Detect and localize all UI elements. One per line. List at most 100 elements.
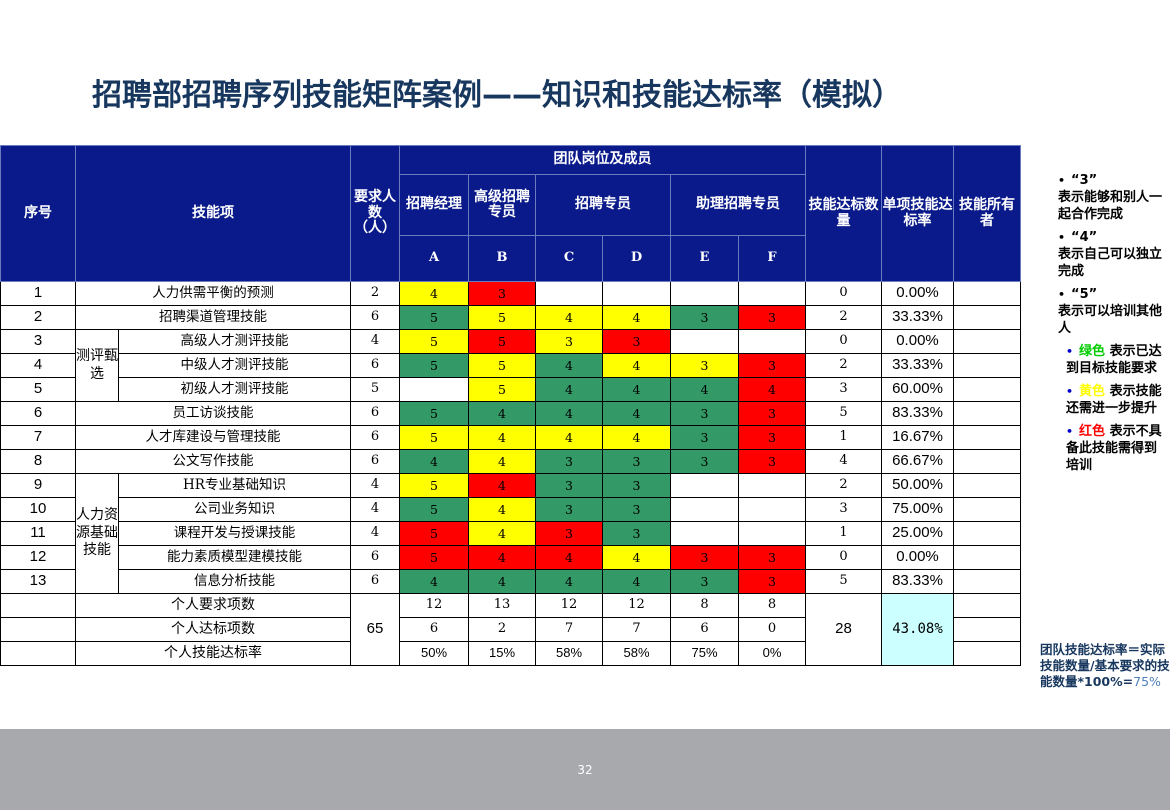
- skill-level-cell: 5: [399, 497, 469, 522]
- summary-row-required: 个人要求项数 65 12 13 12 12 8 8 28 43.08%: [0, 593, 1021, 666]
- skill-rate: 50.00%: [881, 473, 954, 498]
- skill-rate: 60.00%: [881, 377, 954, 402]
- skill-level-cell: 3: [670, 353, 739, 378]
- bullet-icon: •: [1058, 231, 1066, 244]
- skill-level-cell: 3: [738, 305, 806, 330]
- row-number: 8: [0, 449, 76, 474]
- group-label: 人力资源基础技能: [75, 473, 119, 594]
- met-count: 3: [805, 497, 882, 522]
- skill-level-cell: 3: [602, 449, 671, 474]
- skill-level-cell: 4: [468, 497, 536, 522]
- summary-cell: 15%: [468, 641, 536, 666]
- legend-color-word: 黄色: [1079, 384, 1106, 399]
- team-rate-cell: 43.08%: [881, 593, 954, 666]
- skill-level-cell: [670, 497, 739, 522]
- summary-seq: [0, 641, 76, 666]
- table-row: 8 公文写作技能 6 4 4 3 3 3 3 4 66.67%: [0, 449, 1021, 474]
- row-number: 6: [0, 401, 76, 426]
- skill-level-cell: 5: [399, 545, 469, 570]
- skill-name: 公文写作技能: [75, 449, 351, 474]
- summary-cell: 12: [399, 593, 469, 618]
- summary-cell: 2: [468, 617, 536, 642]
- skill-level-cell: 3: [602, 521, 671, 546]
- legend-item-4: • “4” 表示自己可以独立完成: [1058, 229, 1168, 280]
- skill-level-cell: [399, 377, 469, 402]
- met-count: 5: [805, 569, 882, 594]
- skill-name: 招聘渠道管理技能: [75, 305, 351, 330]
- summary-seq: [0, 593, 76, 618]
- skill-rate: 83.33%: [881, 569, 954, 594]
- skill-name: 初级人才测评技能: [118, 377, 351, 402]
- table-row: 11 课程开发与授课技能 4 5 4 3 3 1 25.00%: [0, 521, 1021, 546]
- table-row: 3 测评甄选 高级人才测评技能 4 5 5 3 3 0 0.00%: [0, 329, 1021, 402]
- skill-name: 中级人才测评技能: [118, 353, 351, 378]
- header-skill-rate: 单项技能达标率: [881, 145, 954, 282]
- skill-rate: 0.00%: [881, 545, 954, 570]
- met-count: 2: [805, 305, 882, 330]
- summary-total-met: 28: [805, 593, 882, 666]
- skill-level-cell: 4: [399, 281, 469, 306]
- skill-level-cell: 4: [535, 545, 603, 570]
- table-row: 5 初级人才测评技能 5 5 4 4 4 4 3 60.00%: [0, 377, 1021, 402]
- skill-matrix-table: 序号 技能项 要求人数（人） 团队岗位及成员 技能达标数量 单项技能达标率 技能…: [0, 145, 1021, 666]
- header-position: 高级招聘专员: [468, 174, 536, 236]
- summary-cell: 12: [602, 593, 671, 618]
- skill-level-cell: 5: [399, 401, 469, 426]
- header-member: F: [738, 235, 806, 282]
- skill-level-cell: 3: [535, 329, 603, 354]
- row-number: 3: [0, 329, 76, 354]
- row-number: 7: [0, 425, 76, 450]
- skill-rate: 0.00%: [881, 329, 954, 354]
- required-count: 6: [350, 305, 400, 330]
- skill-level-cell: 3: [535, 497, 603, 522]
- summary-cell: 50%: [399, 641, 469, 666]
- required-count: 6: [350, 569, 400, 594]
- skill-level-cell: 3: [468, 281, 536, 306]
- table-row: 7 人才库建设与管理技能 6 5 4 4 4 3 3 1 16.67%: [0, 425, 1021, 450]
- row-number: 13: [0, 569, 76, 594]
- skill-level-cell: 5: [468, 353, 536, 378]
- summary-owner: [953, 617, 1021, 642]
- skill-owner: [953, 497, 1021, 522]
- skill-owner: [953, 473, 1021, 498]
- summary-cell: 0%: [738, 641, 806, 666]
- skill-owner: [953, 521, 1021, 546]
- summary-cell: 12: [535, 593, 603, 618]
- row-number: 2: [0, 305, 76, 330]
- summary-label: 个人要求项数: [75, 593, 351, 618]
- skill-owner: [953, 449, 1021, 474]
- skill-owner: [953, 353, 1021, 378]
- met-count: 1: [805, 425, 882, 450]
- skill-level-cell: 3: [738, 401, 806, 426]
- required-count: 5: [350, 377, 400, 402]
- skill-level-cell: [670, 329, 739, 354]
- skill-level-cell: 3: [670, 449, 739, 474]
- skill-name: 信息分析技能: [118, 569, 351, 594]
- summary-seq: [0, 617, 76, 642]
- required-count: 6: [350, 449, 400, 474]
- skill-level-cell: 4: [602, 545, 671, 570]
- skill-level-cell: [738, 281, 806, 306]
- summary-owner: [953, 593, 1021, 618]
- met-count: 3: [805, 377, 882, 402]
- table-row: 10 公司业务知识 4 5 4 3 3 3 75.00%: [0, 497, 1021, 522]
- row-number: 4: [0, 353, 76, 378]
- formula-value: 75%: [1133, 674, 1161, 689]
- skill-name: 人才库建设与管理技能: [75, 425, 351, 450]
- skill-level-cell: 3: [602, 329, 671, 354]
- skill-level-cell: 3: [535, 449, 603, 474]
- legend-item-green: • 绿色 表示已达到目标技能要求: [1058, 343, 1168, 377]
- legend-quote: “3”: [1071, 173, 1098, 188]
- skill-level-cell: 3: [670, 305, 739, 330]
- skill-level-cell: 4: [468, 521, 536, 546]
- skill-name: 能力素质模型建模技能: [118, 545, 351, 570]
- legend-text: 表示可以培训其他人: [1058, 304, 1163, 336]
- skill-level-cell: [535, 281, 603, 306]
- skill-name: HR专业基础知识: [118, 473, 351, 498]
- header-team: 团队岗位及成员: [399, 145, 806, 175]
- header-skill: 技能项: [75, 145, 351, 282]
- legend-quote: “4”: [1071, 230, 1098, 245]
- met-count: 2: [805, 473, 882, 498]
- legend-item-5: • “5” 表示可以培训其他人: [1058, 286, 1168, 337]
- skill-rate: 75.00%: [881, 497, 954, 522]
